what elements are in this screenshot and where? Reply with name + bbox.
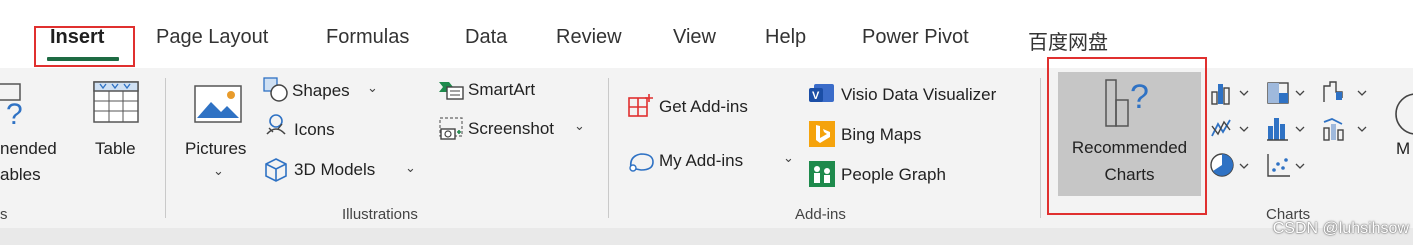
bing-icon (809, 121, 835, 147)
hierarchy-chart-icon[interactable] (1266, 80, 1308, 106)
table-label: Table (95, 139, 136, 158)
svg-text:?: ? (6, 98, 23, 130)
icons-label: Icons (294, 120, 335, 139)
pictures-chevron-icon: ⌄ (213, 163, 224, 178)
statistic-chart-icon[interactable] (1266, 116, 1308, 142)
tables-group-label: s (0, 206, 8, 223)
separator-addins (1040, 78, 1041, 218)
ribbon-bottom-band (0, 228, 1413, 245)
separator-tables (165, 78, 166, 218)
maps-label-partial: M (1396, 139, 1411, 158)
separator-illustrations (608, 78, 609, 218)
shapes-label: Shapes (292, 81, 350, 100)
table-icon (93, 81, 139, 123)
get-add-ins-label: Get Add-ins (659, 97, 748, 116)
illustrations-group-label: Illustrations (342, 206, 418, 223)
svg-text:V: V (812, 90, 820, 102)
insert-highlight-box (34, 26, 135, 67)
tab-baidu[interactable]: 百度网盘 (1028, 26, 1108, 55)
recommended-charts-highlight-box (1047, 57, 1207, 215)
3d-models-chevron-icon: ⌄ (405, 160, 416, 175)
screenshot-chevron-icon: ⌄ (574, 118, 585, 133)
pie-chart-icon[interactable] (1210, 152, 1252, 180)
tab-review[interactable]: Review (556, 26, 622, 49)
tab-power-pivot[interactable]: Power Pivot (862, 26, 969, 49)
recommended-pivot-icon: ? (0, 83, 23, 130)
people-graph-label: People Graph (841, 165, 946, 184)
recommended-pivot-label-2: ables (0, 165, 41, 184)
cube-icon (265, 158, 287, 182)
maps-chart-icon-partial[interactable] (1392, 92, 1413, 142)
tab-formulas[interactable]: Formulas (326, 26, 409, 49)
tab-help[interactable]: Help (765, 26, 806, 49)
people-graph-icon (809, 161, 835, 187)
bing-maps-label: Bing Maps (841, 125, 922, 144)
pictures-label: Pictures (185, 139, 247, 158)
screenshot-label: Screenshot (468, 119, 554, 138)
smartart-label: SmartArt (468, 80, 536, 99)
tab-page-layout[interactable]: Page Layout (156, 26, 268, 49)
3d-models-label: 3D Models (294, 160, 376, 179)
pictures-icon (194, 85, 242, 123)
scatter-chart-icon[interactable] (1266, 152, 1308, 180)
waterfall-chart-icon[interactable] (1322, 80, 1372, 106)
my-add-ins-chevron-icon: ⌄ (783, 150, 794, 165)
shapes-chevron-icon: ⌄ (367, 80, 378, 95)
tab-data[interactable]: Data (465, 26, 507, 49)
store-icon (628, 94, 653, 117)
my-add-ins-icon (629, 153, 654, 172)
icons-icon (266, 114, 286, 135)
column-chart-icon[interactable] (1210, 80, 1252, 106)
recommended-pivot-label-1: nended (0, 139, 57, 158)
my-add-ins-label: My Add-ins (659, 151, 744, 170)
shapes-icon (263, 77, 288, 102)
screenshot-icon (439, 117, 463, 140)
visio-icon: V (809, 84, 834, 102)
add-ins-group-label: Add-ins (795, 206, 846, 223)
line-chart-icon[interactable] (1210, 116, 1252, 142)
combo-chart-icon[interactable] (1322, 116, 1372, 142)
visio-label: Visio Data Visualizer (841, 85, 997, 104)
tab-view[interactable]: View (673, 26, 716, 49)
watermark: CSDN @luhsihsow (1272, 220, 1409, 237)
smartart-icon (439, 82, 464, 100)
